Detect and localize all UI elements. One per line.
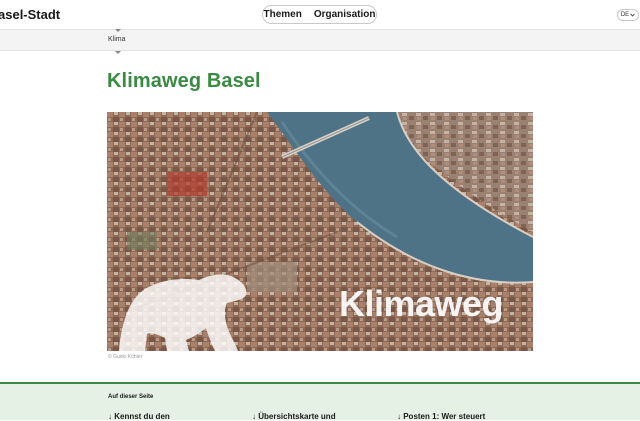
hero-image: Klimaweg — [107, 112, 533, 351]
toc-heading: Auf dieser Seite — [108, 394, 154, 400]
page-toc: Auf dieser Seite ↓ Kennst du den ↓ Übers… — [0, 382, 640, 421]
chevron-down-icon — [630, 13, 635, 17]
breadcrumb-marker-icon — [115, 51, 121, 54]
language-label: DE — [620, 12, 630, 18]
page-title: Klimaweg Basel — [107, 70, 261, 92]
breadcrumb: Klima — [0, 29, 640, 54]
breadcrumb-marker-icon — [115, 29, 121, 32]
hero-title: Klimaweg — [339, 283, 504, 324]
photo-credit: © Guido Köhler — [108, 354, 143, 360]
breadcrumb-item-klima[interactable]: Klima — [108, 36, 126, 43]
language-selector[interactable]: DE — [617, 9, 639, 21]
site-header: asel-Stadt Themen Organisation DE — [0, 0, 640, 30]
nav-item-organisation[interactable]: Organisation — [314, 9, 376, 20]
site-brand[interactable]: asel-Stadt — [0, 7, 60, 22]
main-nav: Themen Organisation — [262, 5, 377, 24]
nav-item-themen[interactable]: Themen — [263, 9, 301, 20]
